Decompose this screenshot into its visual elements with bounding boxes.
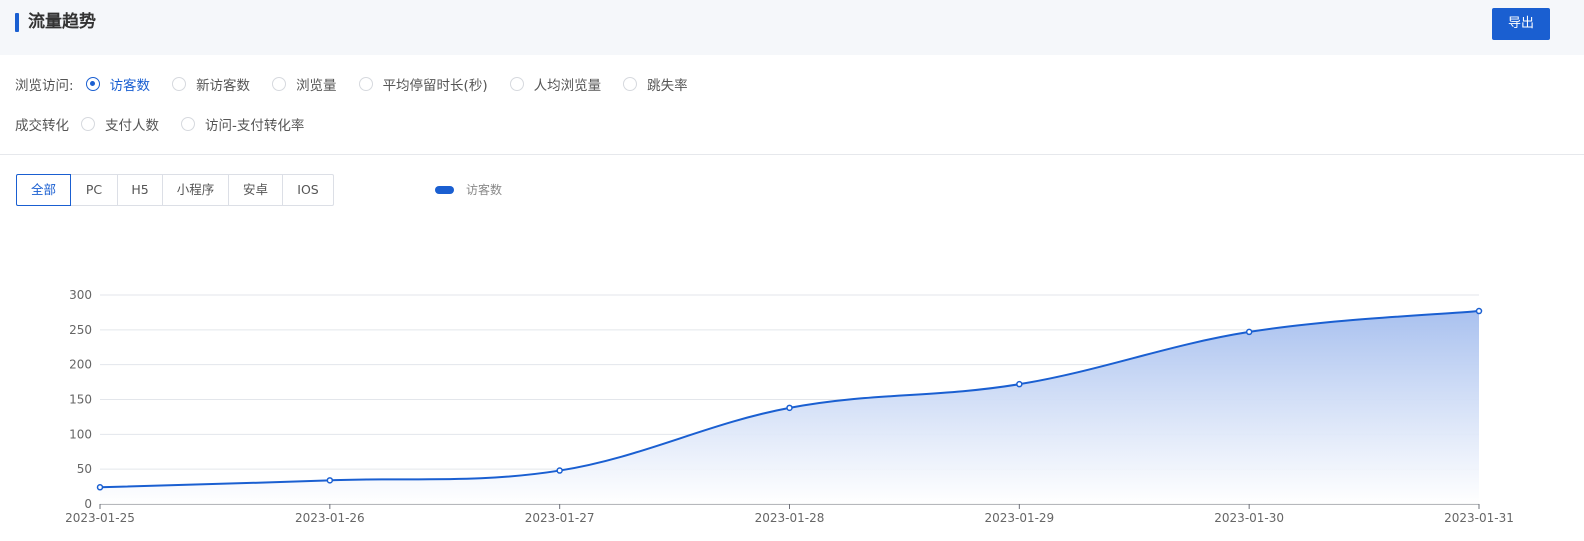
data-point[interactable]	[1245, 328, 1253, 336]
traffic-trend-chart: 050100150200250300 2023-01-25 2023-01-26 2…	[65, 288, 1514, 525]
x-tick-label: 2023-01-26	[295, 511, 365, 525]
tab-0[interactable]: 全部	[16, 174, 71, 206]
y-tick-label: 50	[77, 462, 92, 476]
y-tick-label: 200	[69, 358, 92, 372]
x-tick-label: 2023-01-29	[984, 511, 1054, 525]
x-axis: 2023-01-25 2023-01-26 2023-01-27 2023-01-28…	[65, 503, 1514, 525]
x-tick-label: 2023-01-27	[525, 511, 595, 525]
data-point[interactable]	[786, 404, 793, 412]
y-tick-label: 100	[69, 427, 92, 441]
x-tick-label: 2023-01-28	[755, 511, 825, 525]
y-tick-label: 250	[69, 323, 92, 337]
data-point[interactable]	[556, 467, 563, 474]
x-tick-label: 2023-01-25	[65, 511, 135, 525]
x-tick-label: 2023-01-31	[1444, 511, 1514, 525]
data-point[interactable]	[1475, 307, 1483, 315]
y-tick-label: 0	[84, 497, 92, 511]
data-point[interactable]	[326, 477, 334, 484]
y-tick-label: 150	[69, 393, 92, 407]
data-point[interactable]	[96, 484, 104, 491]
series-visitors	[96, 307, 1483, 504]
y-axis: 0 50 100 150 200 250 300	[69, 288, 92, 511]
y-tick-label: 300	[69, 288, 92, 302]
x-tick-label: 2023-01-30	[1214, 511, 1284, 525]
data-point[interactable]	[1016, 380, 1023, 388]
